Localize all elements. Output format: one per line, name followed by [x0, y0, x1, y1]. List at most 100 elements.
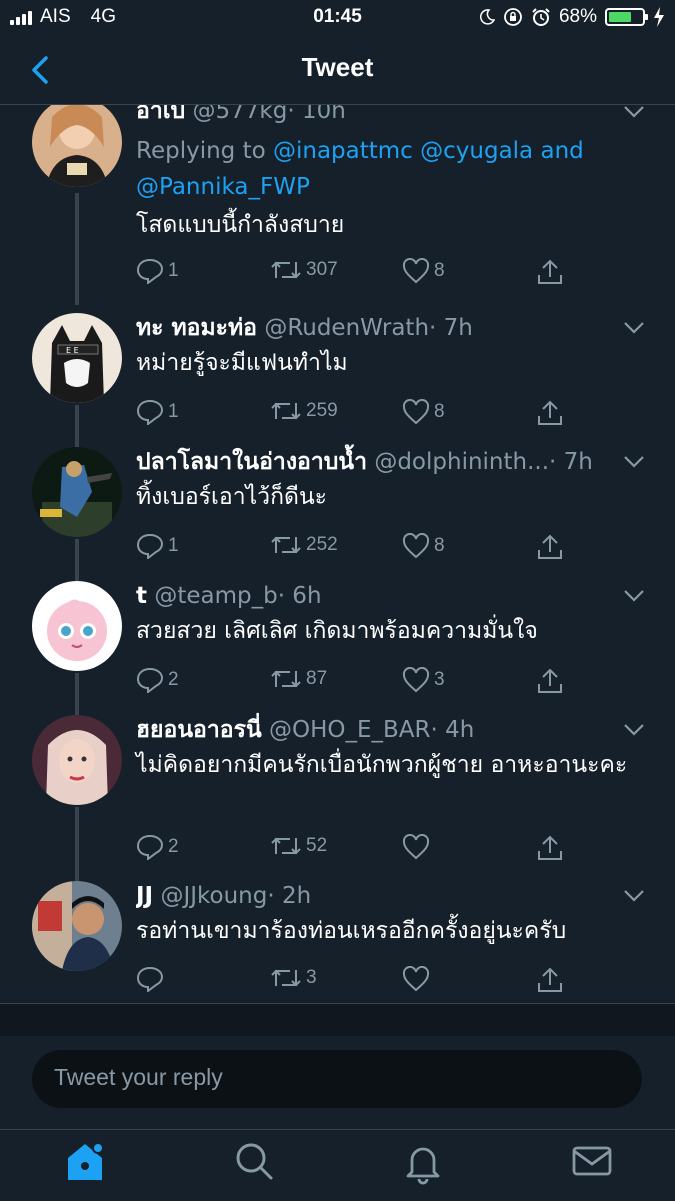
author-handle[interactable]: @dolphininth...	[374, 449, 549, 475]
messages-icon[interactable]	[567, 1136, 617, 1186]
retweet-button[interactable]: 52	[270, 834, 327, 858]
reply-timeline[interactable]: อาเบ @577kg· 10h Replying to @inapattmc …	[0, 105, 675, 1003]
rotation-lock-icon	[504, 8, 522, 26]
reply-input[interactable]: Tweet your reply	[32, 1050, 642, 1108]
tweet-item[interactable]: t @teamp_b· 6h สวยสวย เลิศเลิศ เกิดมาพร้…	[0, 581, 675, 715]
avatar[interactable]	[32, 447, 122, 537]
replying-label: Replying to	[136, 138, 266, 164]
page-title: Tweet	[301, 52, 374, 82]
reply-button[interactable]: 2	[136, 667, 179, 693]
mention-and[interactable]: and	[540, 138, 583, 164]
share-button[interactable]	[536, 533, 564, 561]
heart-icon	[402, 399, 430, 425]
tweet-item[interactable]: ปลาโลมาในอ่างอาบน้ำ @dolphininth...· 7h …	[0, 447, 675, 581]
author-handle[interactable]: @577kg	[193, 105, 288, 124]
author-name[interactable]: ฮยอนอาอรนี่	[136, 717, 262, 743]
like-button[interactable]: 8	[402, 258, 445, 284]
retweet-count: 52	[306, 835, 328, 856]
retweet-button[interactable]: 252	[270, 533, 338, 557]
retweet-count: 307	[306, 259, 338, 280]
reply-button[interactable]: 1	[136, 399, 179, 425]
like-count: 8	[434, 535, 445, 556]
reply-count: 1	[168, 401, 179, 422]
avatar[interactable]: E E	[32, 313, 122, 403]
retweet-button[interactable]: 87	[270, 667, 327, 691]
like-button[interactable]: 8	[402, 533, 445, 559]
like-count: 8	[434, 260, 445, 281]
mention-link[interactable]: @Pannika_FWP	[136, 174, 310, 200]
share-button[interactable]	[536, 966, 564, 994]
reply-button[interactable]: 1	[136, 258, 179, 284]
like-button[interactable]: 8	[402, 399, 445, 425]
tweet-time: · 10h	[287, 105, 346, 124]
author-handle[interactable]: @JJkoung	[160, 883, 267, 909]
mention-link[interactable]: @cyugala	[420, 138, 533, 164]
charging-bolt-icon	[654, 7, 664, 27]
retweet-button[interactable]: 259	[270, 399, 338, 423]
chevron-down-icon[interactable]	[623, 589, 645, 603]
reply-button[interactable]: 1	[136, 533, 179, 559]
retweet-button[interactable]: 307	[270, 258, 338, 282]
avatar[interactable]	[32, 105, 122, 187]
tweet-item[interactable]: อาเบ @577kg· 10h Replying to @inapattmc …	[0, 105, 675, 305]
divider	[0, 1003, 675, 1036]
chevron-down-icon[interactable]	[623, 723, 645, 737]
mention-link[interactable]: @inapattmc	[273, 138, 413, 164]
tweet-time: · 2h	[267, 883, 312, 909]
retweet-icon	[271, 536, 301, 554]
author-name[interactable]: อาเบ	[136, 105, 185, 124]
share-button[interactable]	[536, 258, 564, 286]
reply-button[interactable]: 2	[136, 834, 179, 860]
tweet-time: · 4h	[430, 717, 475, 743]
author-handle[interactable]: @teamp_b	[154, 583, 277, 609]
tweet-item[interactable]: E E ทะ ทอมะท่อ @RudenWrath· 7h หม่ายรู้จ…	[0, 313, 675, 447]
author-handle[interactable]: @OHO_E_BAR	[269, 717, 431, 743]
share-button[interactable]	[536, 834, 564, 862]
retweet-button[interactable]: 3	[270, 966, 317, 990]
retweet-icon	[271, 670, 301, 688]
bottom-area: Tweet your reply	[0, 1003, 675, 1200]
reply-button[interactable]	[136, 966, 168, 992]
heart-icon	[402, 533, 430, 559]
retweet-count: 259	[306, 400, 338, 421]
reply-count: 1	[168, 260, 179, 281]
like-button[interactable]: 3	[402, 667, 445, 693]
chevron-down-icon[interactable]	[623, 321, 645, 335]
like-button[interactable]	[402, 966, 434, 992]
reply-placeholder: Tweet your reply	[54, 1064, 223, 1090]
share-icon	[538, 967, 562, 992]
chevron-down-icon[interactable]	[623, 455, 645, 469]
share-button[interactable]	[536, 667, 564, 695]
author-name[interactable]: ทะ ทอมะท่อ	[136, 315, 257, 341]
retweet-icon	[271, 969, 301, 987]
notifications-icon[interactable]	[398, 1136, 448, 1186]
chevron-down-icon[interactable]	[623, 889, 645, 903]
author-name[interactable]: JJ	[136, 883, 153, 909]
like-count: 8	[434, 401, 445, 422]
author-name[interactable]: t	[136, 583, 147, 609]
share-button[interactable]	[536, 399, 564, 427]
like-button[interactable]	[402, 834, 434, 860]
chevron-down-icon[interactable]	[623, 105, 645, 119]
tweet-item[interactable]: JJ @JJkoung· 2h รอท่านเขามาร้องท่อนเหรออ…	[0, 881, 675, 1003]
home-icon[interactable]	[60, 1136, 110, 1186]
reply-count: 1	[168, 535, 179, 556]
avatar[interactable]	[32, 715, 122, 805]
nav-bar: Tweet	[0, 36, 675, 105]
author-name[interactable]: ปลาโลมาในอ่างอาบน้ำ	[136, 449, 367, 475]
tweet-text: รอท่านเขามาร้องท่อนเหรออีกครั้งอยู่นะครั…	[136, 918, 567, 944]
battery-percent: 68%	[558, 6, 597, 27]
author-handle[interactable]: @RudenWrath	[264, 315, 429, 341]
avatar[interactable]	[32, 581, 122, 671]
heart-icon	[402, 834, 430, 860]
share-icon	[538, 668, 562, 693]
reply-count: 2	[168, 669, 179, 690]
retweet-count: 3	[306, 967, 317, 988]
avatar[interactable]	[32, 881, 122, 971]
reply-icon	[136, 966, 164, 992]
search-icon[interactable]	[229, 1136, 279, 1186]
status-bar: AIS 4G 01:45 68%	[0, 0, 675, 36]
tweet-item[interactable]: ฮยอนอาอรนี่ @OHO_E_BAR· 4h ไม่คิดอยากมีค…	[0, 715, 675, 881]
share-icon	[538, 534, 562, 559]
heart-icon	[402, 258, 430, 284]
